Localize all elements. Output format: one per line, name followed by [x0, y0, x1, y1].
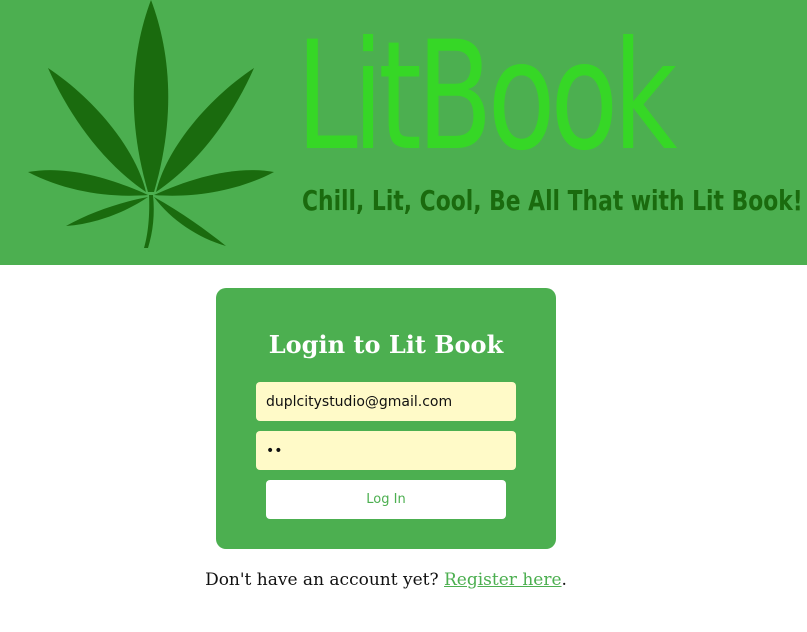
register-suffix: .	[561, 570, 567, 590]
login-button[interactable]: Log In	[266, 480, 506, 519]
login-card: Login to Lit Book Log In	[216, 288, 556, 549]
register-prompt-text: Don't have an account yet?	[205, 570, 439, 590]
register-link[interactable]: Register here	[444, 570, 562, 590]
brand-title: LitBook	[296, 10, 677, 184]
email-field[interactable]	[256, 382, 516, 421]
cannabis-leaf-icon	[28, 0, 274, 248]
brand-tagline: Chill, Lit, Cool, Be All That with Lit B…	[302, 184, 803, 217]
login-title: Login to Lit Book	[268, 330, 504, 359]
register-prompt: Don't have an account yet? Register here…	[0, 570, 772, 590]
header-banner: LitBook Chill, Lit, Cool, Be All That wi…	[0, 0, 807, 265]
password-field[interactable]	[256, 431, 516, 470]
